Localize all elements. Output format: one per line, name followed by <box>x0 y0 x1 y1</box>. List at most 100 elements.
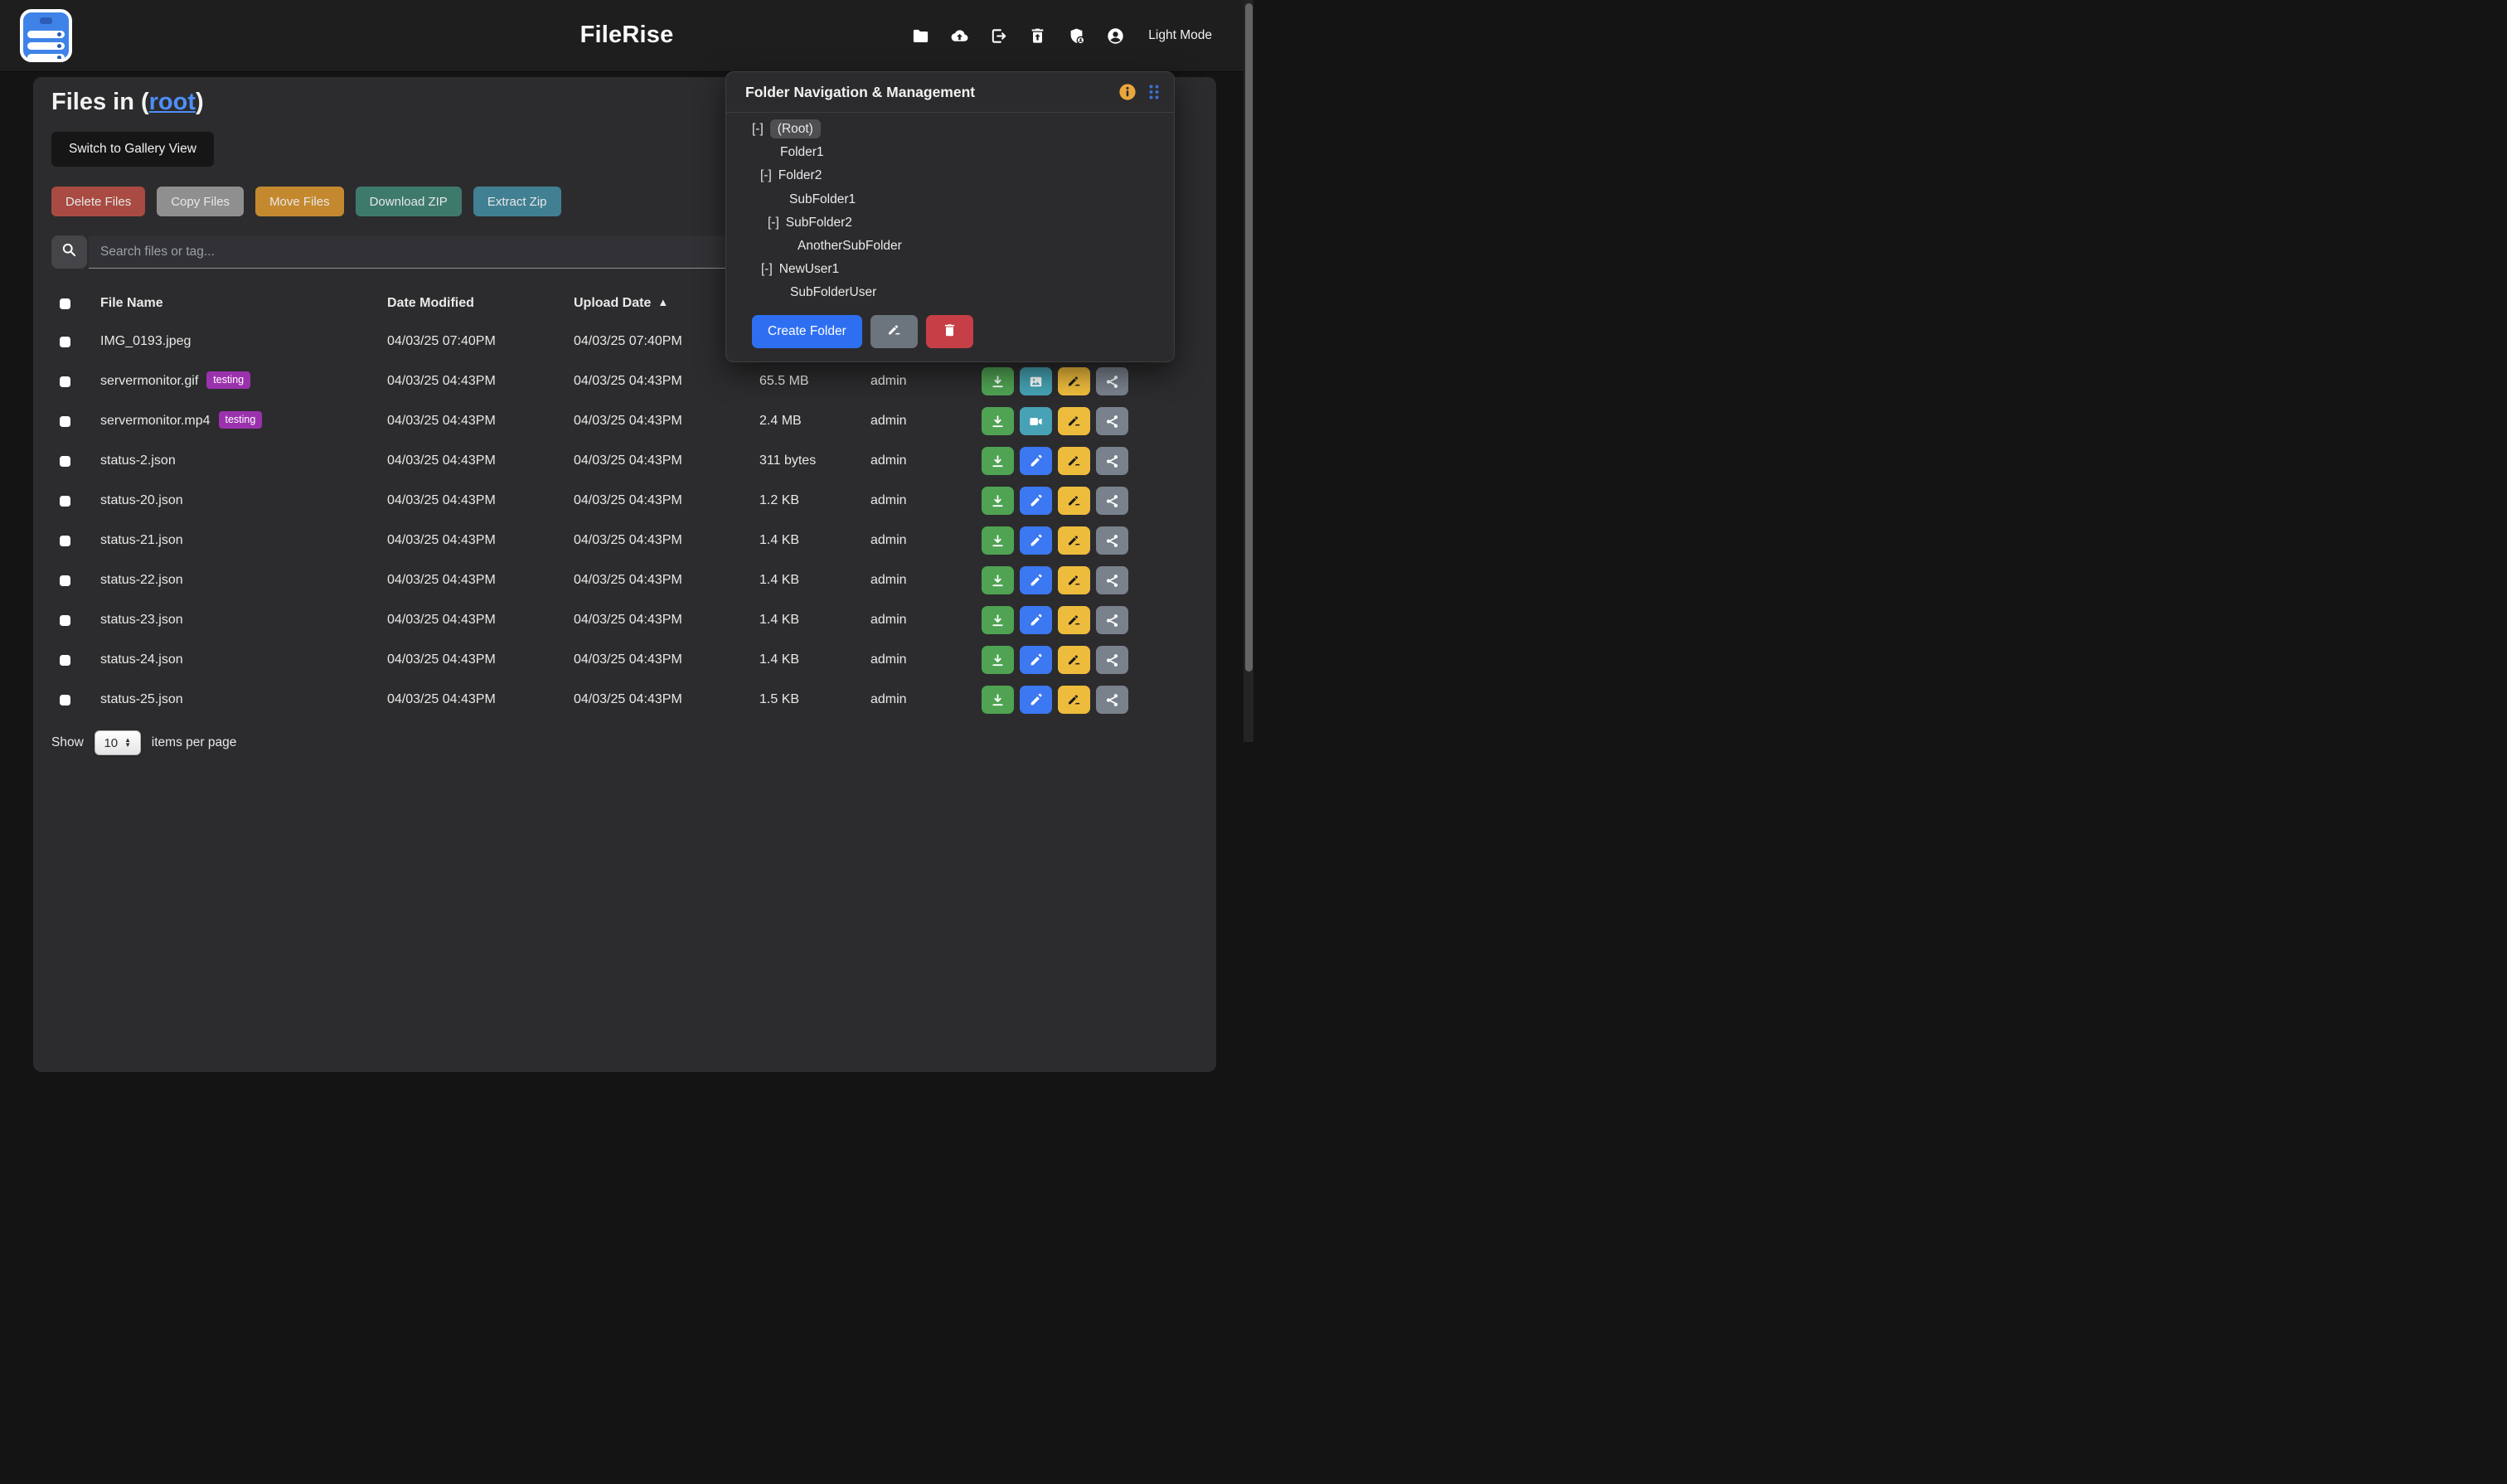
info-icon[interactable] <box>1118 83 1137 101</box>
rename-button[interactable] <box>1058 606 1090 634</box>
row-checkbox[interactable] <box>60 695 70 706</box>
search-input[interactable] <box>89 235 740 269</box>
create-folder-button[interactable]: Create Folder <box>752 315 862 348</box>
share-button[interactable] <box>1096 606 1128 634</box>
column-header-file-name[interactable]: File Name <box>91 296 378 311</box>
folder-icon[interactable] <box>911 27 930 46</box>
rename-button[interactable] <box>1058 447 1090 475</box>
select-all-checkbox[interactable] <box>60 298 70 309</box>
edit-file-icon-button[interactable] <box>1020 526 1052 555</box>
folder-tree-item[interactable]: SubFolderUser <box>726 281 1174 304</box>
file-name[interactable]: IMG_0193.jpeg <box>100 334 191 348</box>
download-button[interactable] <box>982 606 1014 634</box>
file-name[interactable]: status-21.json <box>100 533 183 547</box>
share-button[interactable] <box>1096 526 1128 555</box>
edit-file-icon-button[interactable] <box>1020 686 1052 714</box>
edit-file-icon-button[interactable] <box>1020 487 1052 515</box>
row-checkbox[interactable] <box>60 536 70 546</box>
admin-shield-icon[interactable] <box>1067 27 1086 46</box>
download-button[interactable] <box>982 447 1014 475</box>
folder-tree-item[interactable]: AnotherSubFolder <box>726 235 1174 258</box>
folder-label[interactable]: Folder2 <box>778 168 822 182</box>
rename-button[interactable] <box>1058 686 1090 714</box>
rename-button[interactable] <box>1058 367 1090 395</box>
file-name[interactable]: status-22.json <box>100 573 183 587</box>
download-button[interactable] <box>982 526 1014 555</box>
row-checkbox[interactable] <box>60 615 70 626</box>
folder-label[interactable]: SubFolderUser <box>790 285 876 299</box>
move-files-button[interactable]: Move Files <box>255 187 344 216</box>
file-name[interactable]: status-2.json <box>100 453 176 468</box>
download-button[interactable] <box>982 367 1014 395</box>
download-button[interactable] <box>982 686 1014 714</box>
share-button[interactable] <box>1096 646 1128 674</box>
row-checkbox[interactable] <box>60 416 70 427</box>
delete-files-button[interactable]: Delete Files <box>51 187 145 216</box>
tree-collapse-toggle[interactable]: [-] <box>768 216 779 230</box>
download-zip-button[interactable]: Download ZIP <box>356 187 462 216</box>
delete-folder-button[interactable] <box>926 315 973 348</box>
folder-tree-item[interactable]: Folder1 <box>726 141 1174 164</box>
switch-gallery-view-button[interactable]: Switch to Gallery View <box>51 132 214 167</box>
folder-label[interactable]: SubFolder1 <box>789 192 856 206</box>
row-checkbox[interactable] <box>60 376 70 387</box>
share-button[interactable] <box>1096 447 1128 475</box>
download-button[interactable] <box>982 487 1014 515</box>
rename-button[interactable] <box>1058 566 1090 594</box>
file-name[interactable]: servermonitor.gif <box>100 374 198 388</box>
logout-icon[interactable] <box>989 27 1008 46</box>
rename-button[interactable] <box>1058 646 1090 674</box>
row-checkbox[interactable] <box>60 456 70 467</box>
image-preview-icon-button[interactable] <box>1020 367 1052 395</box>
folder-label[interactable]: Folder1 <box>780 145 824 159</box>
folder-tree-item[interactable]: [-] Folder2 <box>726 164 1174 187</box>
edit-file-icon-button[interactable] <box>1020 566 1052 594</box>
download-button[interactable] <box>982 566 1014 594</box>
download-button[interactable] <box>982 407 1014 435</box>
folder-tree-item[interactable]: [-] SubFolder2 <box>726 211 1174 235</box>
folder-label[interactable]: AnotherSubFolder <box>798 239 902 253</box>
light-mode-toggle[interactable]: Light Mode <box>1148 28 1212 43</box>
video-preview-icon-button[interactable] <box>1020 407 1052 435</box>
folder-label[interactable]: NewUser1 <box>779 262 839 276</box>
search-button[interactable] <box>51 235 87 269</box>
folder-label[interactable]: (Root) <box>770 119 821 138</box>
page-scrollbar[interactable] <box>1244 0 1254 742</box>
column-header-date-modified[interactable]: Date Modified <box>378 296 565 311</box>
download-button[interactable] <box>982 646 1014 674</box>
column-header-upload-date[interactable]: Upload Date▲ <box>565 296 750 311</box>
tree-collapse-toggle[interactable]: [-] <box>760 168 772 182</box>
rename-button[interactable] <box>1058 526 1090 555</box>
share-button[interactable] <box>1096 686 1128 714</box>
share-button[interactable] <box>1096 367 1128 395</box>
file-name[interactable]: status-25.json <box>100 692 183 706</box>
file-name[interactable]: status-24.json <box>100 652 183 667</box>
extract-zip-button[interactable]: Extract Zip <box>473 187 561 216</box>
edit-file-icon-button[interactable] <box>1020 646 1052 674</box>
tree-collapse-toggle[interactable]: [-] <box>761 262 773 276</box>
account-icon[interactable] <box>1106 27 1125 46</box>
root-folder-link[interactable]: root <box>149 89 196 115</box>
folder-label[interactable]: SubFolder2 <box>786 216 852 230</box>
scrollbar-thumb[interactable] <box>1245 3 1253 672</box>
cloud-upload-icon[interactable] <box>950 27 969 46</box>
folder-tree-item[interactable]: [-] (Root) <box>726 118 1174 141</box>
row-checkbox[interactable] <box>60 575 70 586</box>
share-button[interactable] <box>1096 407 1128 435</box>
edit-file-icon-button[interactable] <box>1020 447 1052 475</box>
folder-tree-item[interactable]: [-] NewUser1 <box>726 258 1174 281</box>
copy-files-button[interactable]: Copy Files <box>157 187 244 216</box>
edit-file-icon-button[interactable] <box>1020 606 1052 634</box>
folder-tree-item[interactable]: SubFolder1 <box>726 188 1174 211</box>
items-per-page-select[interactable]: 10 ▲▼ <box>95 730 141 755</box>
tree-collapse-toggle[interactable]: [-] <box>752 122 764 136</box>
file-name[interactable]: servermonitor.mp4 <box>100 414 211 428</box>
share-button[interactable] <box>1096 566 1128 594</box>
rename-button[interactable] <box>1058 407 1090 435</box>
row-checkbox[interactable] <box>60 655 70 666</box>
trash-restore-icon[interactable] <box>1028 27 1047 46</box>
row-checkbox[interactable] <box>60 337 70 347</box>
rename-button[interactable] <box>1058 487 1090 515</box>
row-checkbox[interactable] <box>60 496 70 507</box>
file-name[interactable]: status-23.json <box>100 613 183 627</box>
